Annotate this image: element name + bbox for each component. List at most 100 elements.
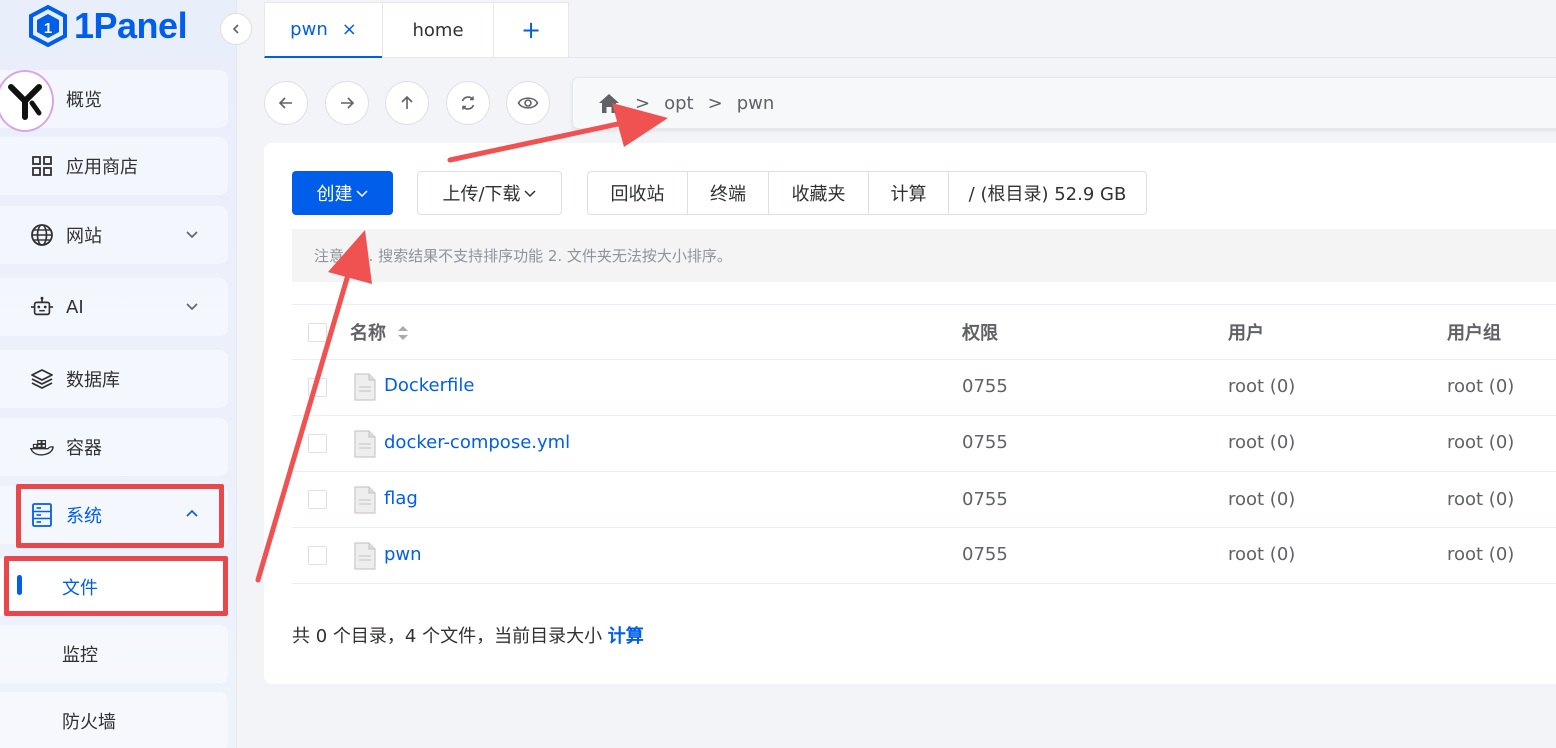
favorites-button[interactable]: 收藏夹 xyxy=(768,171,868,215)
group-cell[interactable]: root (0) xyxy=(1447,489,1514,510)
docker-icon xyxy=(30,435,54,459)
create-button-label: 创建 xyxy=(316,184,353,205)
svg-text:1: 1 xyxy=(44,20,52,37)
terminal-button[interactable]: 终端 xyxy=(687,171,768,215)
tab-label: home xyxy=(412,19,464,41)
user-cell[interactable]: root (0) xyxy=(1228,544,1295,565)
breadcrumb-separator: > xyxy=(635,92,651,114)
user-cell[interactable]: root (0) xyxy=(1228,376,1295,397)
eye-icon xyxy=(517,97,539,109)
table-row[interactable]: Dockerfile 0755 root (0) root (0) xyxy=(292,360,1556,416)
arrow-right-icon xyxy=(341,97,355,109)
back-button[interactable] xyxy=(264,81,308,125)
chevron-up-icon xyxy=(186,509,198,517)
1panel-logo-icon: 1 xyxy=(29,5,67,47)
file-icon xyxy=(354,542,376,570)
tab-label: pwn xyxy=(290,19,328,40)
column-header-permission: 权限 xyxy=(962,323,998,344)
table-row[interactable]: flag 0755 root (0) root (0) xyxy=(292,472,1556,528)
breadcrumb-segment-pwn[interactable]: pwn xyxy=(737,93,775,114)
select-all-checkbox[interactable] xyxy=(308,323,327,342)
sidebar-subitem-firewall[interactable]: 防火墙 xyxy=(0,692,228,748)
active-indicator xyxy=(17,575,22,595)
chevron-down-icon xyxy=(186,231,198,239)
file-icon xyxy=(354,430,376,458)
column-header-label: 名称 xyxy=(350,323,386,344)
robot-icon xyxy=(30,295,54,319)
sidebar-item-system[interactable]: 系统 xyxy=(0,486,228,544)
button-label: 计算 xyxy=(890,184,927,205)
sidebar-subitem-files[interactable]: 文件 xyxy=(0,558,228,616)
logo: 1 1Panel xyxy=(28,4,188,48)
close-icon[interactable]: × xyxy=(342,19,357,40)
table-row[interactable]: pwn 0755 root (0) root (0) xyxy=(292,528,1556,584)
sidebar-item-label: 容器 xyxy=(66,438,102,459)
summary-text: 共 0 个目录，4 个文件，当前目录大小 xyxy=(292,626,608,647)
sidebar-item-website[interactable]: 网站 xyxy=(0,206,228,264)
permission-cell[interactable]: 0755 xyxy=(962,489,1008,510)
group-cell[interactable]: root (0) xyxy=(1447,432,1514,453)
table-row[interactable]: docker-compose.yml 0755 root (0) root (0… xyxy=(292,416,1556,472)
button-label: 终端 xyxy=(710,184,746,205)
sidebar-item-label: 概览 xyxy=(66,90,102,111)
column-header-group: 用户组 xyxy=(1447,323,1501,344)
row-checkbox[interactable] xyxy=(308,378,327,397)
add-tab-button[interactable]: + xyxy=(493,2,569,58)
table-header: 名称 权限 用户 用户组 xyxy=(292,304,1556,360)
button-label: / (根目录) 52.9 GB xyxy=(968,184,1127,205)
file-icon xyxy=(354,486,376,514)
sidebar-item-app-store[interactable]: 应用商店 xyxy=(0,137,228,195)
show-hidden-button[interactable] xyxy=(506,81,550,125)
upload-download-label: 上传/下载 xyxy=(442,184,521,205)
sidebar-item-label: 应用商店 xyxy=(66,157,138,178)
avatar-logo-icon xyxy=(8,84,42,120)
sidebar-item-database[interactable]: 数据库 xyxy=(0,350,228,408)
path-breadcrumb[interactable]: > opt > pwn xyxy=(572,77,1556,129)
refresh-icon xyxy=(461,96,475,110)
sidebar-subitem-label: 防火墙 xyxy=(62,712,116,733)
toolbar-button-group: 回收站 终端 收藏夹 计算 / (根目录) 52.9 GB xyxy=(587,171,1147,215)
user-cell[interactable]: root (0) xyxy=(1228,489,1295,510)
user-cell[interactable]: root (0) xyxy=(1228,432,1295,453)
permission-cell[interactable]: 0755 xyxy=(962,432,1008,453)
up-directory-button[interactable] xyxy=(385,81,429,125)
tab-home[interactable]: home xyxy=(382,2,493,58)
row-checkbox[interactable] xyxy=(308,490,327,509)
calculate-size-link[interactable]: 计算 xyxy=(608,626,644,647)
sidebar-item-container[interactable]: 容器 xyxy=(0,418,228,476)
file-icon xyxy=(354,373,376,401)
chevron-down-icon xyxy=(524,190,536,198)
arrow-up-icon xyxy=(401,95,413,109)
sort-icon[interactable] xyxy=(396,323,410,343)
row-checkbox[interactable] xyxy=(308,546,327,565)
tab-bar: pwn × home + xyxy=(264,2,569,58)
file-name-link[interactable]: Dockerfile xyxy=(384,375,474,396)
permission-cell[interactable]: 0755 xyxy=(962,376,1008,397)
recycle-bin-button[interactable]: 回收站 xyxy=(587,171,687,215)
chevron-left-icon xyxy=(232,24,239,34)
chevron-down-icon xyxy=(355,190,368,198)
calculate-button[interactable]: 计算 xyxy=(868,171,948,215)
sidebar-item-label: 网站 xyxy=(66,226,102,247)
globe-icon xyxy=(30,223,54,247)
upload-download-button[interactable]: 上传/下载 xyxy=(417,171,562,215)
file-name-link[interactable]: flag xyxy=(384,488,418,509)
column-header-name[interactable]: 名称 xyxy=(350,319,410,345)
group-cell[interactable]: root (0) xyxy=(1447,544,1514,565)
sidebar-collapse-button[interactable] xyxy=(220,13,252,45)
file-name-link[interactable]: pwn xyxy=(384,544,422,565)
create-button[interactable]: 创建 xyxy=(292,171,393,215)
file-name-link[interactable]: docker-compose.yml xyxy=(384,432,570,453)
group-cell[interactable]: root (0) xyxy=(1447,376,1514,397)
permission-cell[interactable]: 0755 xyxy=(962,544,1008,565)
disk-usage-button[interactable]: / (根目录) 52.9 GB xyxy=(948,171,1147,215)
directory-summary: 共 0 个目录，4 个文件，当前目录大小 计算 xyxy=(292,622,644,648)
tab-pwn[interactable]: pwn × xyxy=(264,2,382,58)
breadcrumb-segment-opt[interactable]: opt xyxy=(664,93,694,114)
sidebar-item-ai[interactable]: AI xyxy=(0,278,228,336)
row-checkbox[interactable] xyxy=(308,434,327,453)
forward-button[interactable] xyxy=(325,81,369,125)
sidebar-subitem-monitor[interactable]: 监控 xyxy=(0,625,228,683)
home-icon[interactable] xyxy=(597,92,621,114)
refresh-button[interactable] xyxy=(446,81,490,125)
